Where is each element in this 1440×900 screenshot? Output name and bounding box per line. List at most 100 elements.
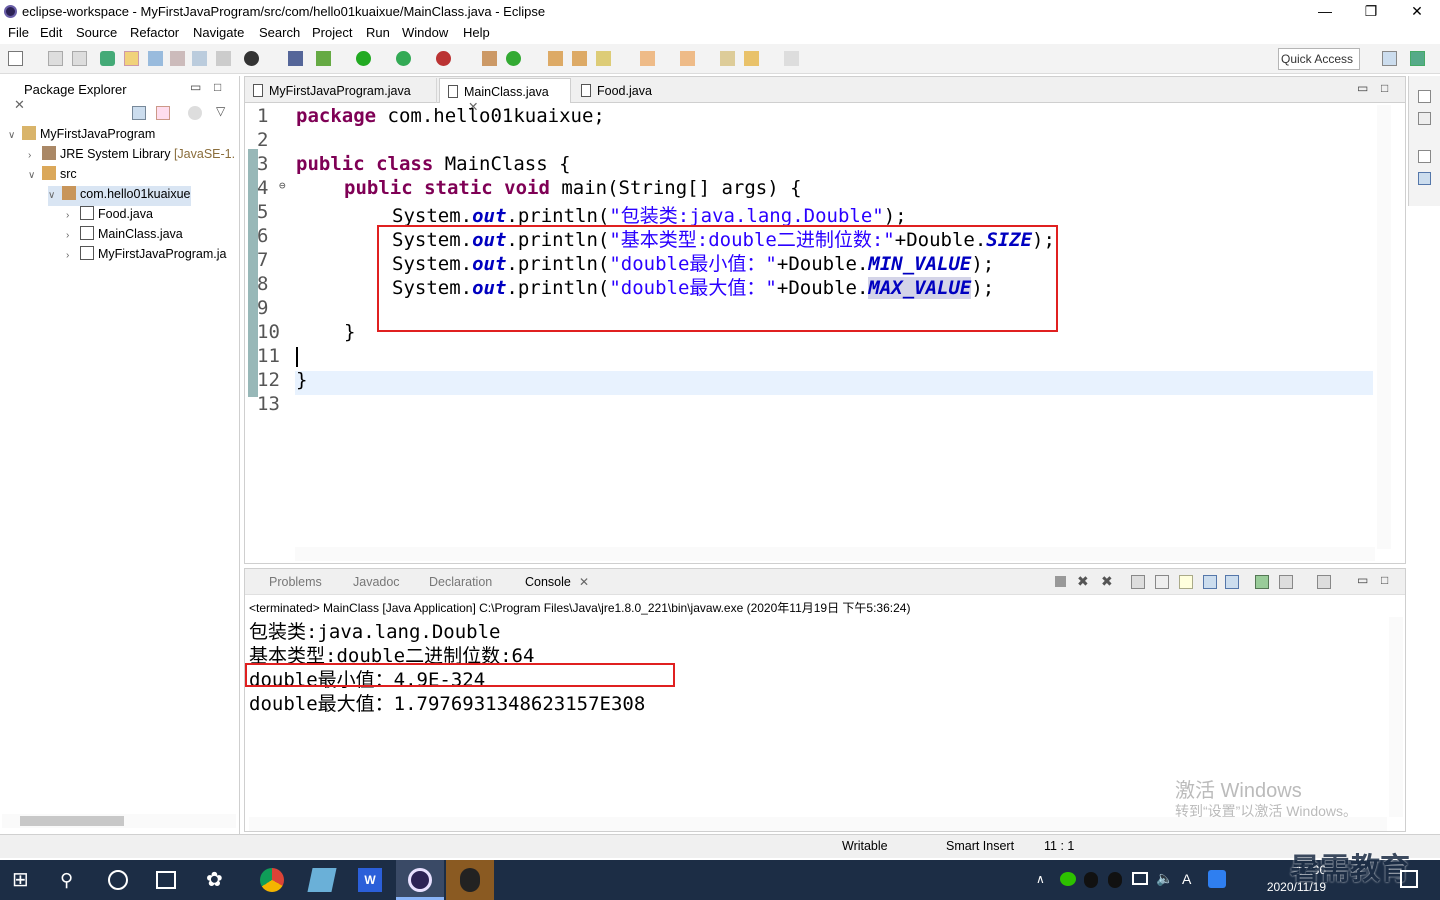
taskbar-app-penguin[interactable] [446, 860, 494, 900]
remove-launch-icon[interactable]: ✖ [1077, 573, 1089, 590]
windows-start-icon[interactable]: ⊞ [12, 868, 36, 892]
qq-icon[interactable] [1084, 872, 1098, 888]
tree-item-food[interactable]: › Food.java [66, 206, 153, 226]
java-perspective-icon[interactable] [1410, 51, 1425, 66]
forward-icon[interactable] [784, 51, 799, 66]
horizontal-scrollbar[interactable] [2, 814, 236, 828]
debug-icon[interactable] [316, 51, 331, 66]
open-perspective-icon[interactable] [1382, 51, 1397, 66]
minimize-view-icon[interactable]: ▭ [190, 80, 201, 94]
code-editor[interactable]: 1 package com.hello01kuaixue; 2 3 public c… [245, 105, 1375, 549]
app-pinwheel-icon[interactable]: ✿ [206, 868, 230, 892]
coverage-icon[interactable] [396, 51, 411, 66]
display-console-icon[interactable] [1279, 575, 1293, 589]
mark-occurrences-icon[interactable] [124, 51, 139, 66]
chevron-right-icon[interactable]: › [66, 210, 76, 221]
prev-annotation-icon[interactable] [680, 51, 695, 66]
volume-icon[interactable]: 🔈 [1156, 870, 1173, 887]
tray-chevron-up-icon[interactable]: ∧ [1036, 872, 1045, 886]
menu-file[interactable]: File [8, 25, 29, 40]
notes-app-icon[interactable] [307, 868, 337, 892]
tree-item-myfirstjava[interactable]: › MyFirstJavaProgram.ja [66, 246, 227, 266]
search-icon[interactable] [596, 51, 611, 66]
scroll-thumb[interactable] [20, 816, 124, 826]
clear-console-icon[interactable] [1131, 575, 1145, 589]
menu-navigate[interactable]: Navigate [193, 25, 244, 40]
chevron-right-icon[interactable]: › [66, 230, 76, 241]
notification-icon[interactable] [1400, 870, 1418, 888]
network-icon[interactable] [1132, 872, 1148, 885]
tree-item-mainclass[interactable]: › MainClass.java [66, 226, 183, 246]
qq-icon-2[interactable] [1108, 872, 1122, 888]
save-icon[interactable] [48, 51, 63, 66]
team-icon[interactable] [100, 51, 115, 66]
taskbar-eclipse-active[interactable] [396, 860, 444, 900]
tree-item-src[interactable]: ∨ src [28, 166, 77, 186]
hierarchy-icon[interactable] [1418, 172, 1431, 185]
pilcrow-icon[interactable] [216, 51, 231, 66]
console-output[interactable]: 包装类:java.lang.Double 基本类型:double二进制位数:64… [245, 617, 675, 715]
menu-source[interactable]: Source [76, 25, 117, 40]
package-explorer-tab[interactable]: Package Explorer ✕ [0, 76, 150, 112]
external-tools-icon[interactable] [436, 51, 451, 66]
toggle-icon[interactable] [148, 51, 163, 66]
chevron-right-icon[interactable]: › [28, 150, 38, 161]
next-annotation-icon[interactable] [640, 51, 655, 66]
tree-item-package[interactable]: ∨ com.hello01kuaixue [48, 186, 191, 206]
console-vertical-scrollbar[interactable] [1389, 617, 1403, 817]
minimize-view-icon[interactable]: ▭ [1357, 81, 1368, 95]
search-icon[interactable]: ⚲ [60, 868, 84, 892]
maximize-button[interactable]: ❐ [1348, 0, 1394, 22]
editor-horizontal-scrollbar[interactable] [295, 547, 1375, 561]
cortana-icon[interactable] [108, 870, 128, 890]
open-task-icon[interactable] [572, 51, 587, 66]
chevron-down-icon[interactable]: ∨ [8, 130, 18, 141]
block-icon[interactable] [170, 51, 185, 66]
maximize-view-icon[interactable]: □ [1381, 81, 1388, 95]
remove-all-icon[interactable]: ✖ [1101, 573, 1113, 590]
tab-console[interactable]: Console [525, 575, 571, 589]
open-console-icon[interactable] [1317, 575, 1331, 589]
tab-myfirstjavaprogram[interactable]: MyFirstJavaProgram.java [245, 78, 437, 103]
menu-search[interactable]: Search [259, 25, 300, 40]
menu-refactor[interactable]: Refactor [130, 25, 179, 40]
minimize-view-icon[interactable]: ▭ [1357, 573, 1368, 587]
wechat-icon[interactable] [1060, 872, 1076, 886]
whitespace-icon[interactable] [192, 51, 207, 66]
pin-console-icon[interactable] [1255, 575, 1269, 589]
tab-mainclass[interactable]: MainClass.java ✕ [439, 78, 571, 114]
record-icon[interactable] [244, 51, 259, 66]
tree-item-project[interactable]: ∨ MyFirstJavaProgram [8, 126, 155, 146]
last-edit-icon[interactable] [720, 51, 735, 66]
restore-icon[interactable] [1418, 90, 1431, 103]
outline-icon[interactable] [1418, 112, 1431, 125]
view-menu-icon[interactable]: ▽ [216, 104, 225, 118]
chevron-right-icon[interactable]: › [66, 250, 76, 261]
minimize-button[interactable]: — [1302, 0, 1348, 22]
maximize-view-icon[interactable]: □ [1381, 573, 1388, 587]
tab-problems[interactable]: Problems [269, 575, 322, 589]
show-stderr-icon[interactable] [1225, 575, 1239, 589]
close-icon[interactable]: ✕ [579, 575, 589, 589]
scroll-lock-icon[interactable] [1155, 575, 1169, 589]
console-horizontal-scrollbar[interactable] [249, 817, 1387, 831]
quick-access-field[interactable]: Quick Access [1278, 48, 1360, 70]
tree-item-jre[interactable]: › JRE System Library [JavaSE-1. [28, 146, 235, 166]
menu-window[interactable]: Window [402, 25, 448, 40]
new-icon[interactable] [8, 51, 23, 66]
menu-run[interactable]: Run [366, 25, 390, 40]
chrome-icon[interactable] [260, 868, 284, 892]
word-wrap-icon[interactable] [1179, 575, 1193, 589]
app-q-icon[interactable] [1208, 870, 1226, 888]
back-icon[interactable] [744, 51, 759, 66]
save-all-icon[interactable] [72, 51, 87, 66]
new-package-icon[interactable] [482, 51, 497, 66]
tab-javadoc[interactable]: Javadoc [353, 575, 400, 589]
menu-project[interactable]: Project [312, 25, 352, 40]
open-type-icon[interactable] [548, 51, 563, 66]
fold-icon[interactable]: ⊖ [279, 179, 286, 192]
skip-breakpoints-icon[interactable] [288, 51, 303, 66]
collapse-all-icon[interactable] [132, 106, 146, 120]
chevron-down-icon[interactable]: ∨ [28, 170, 38, 181]
tab-declaration[interactable]: Declaration [429, 575, 492, 589]
